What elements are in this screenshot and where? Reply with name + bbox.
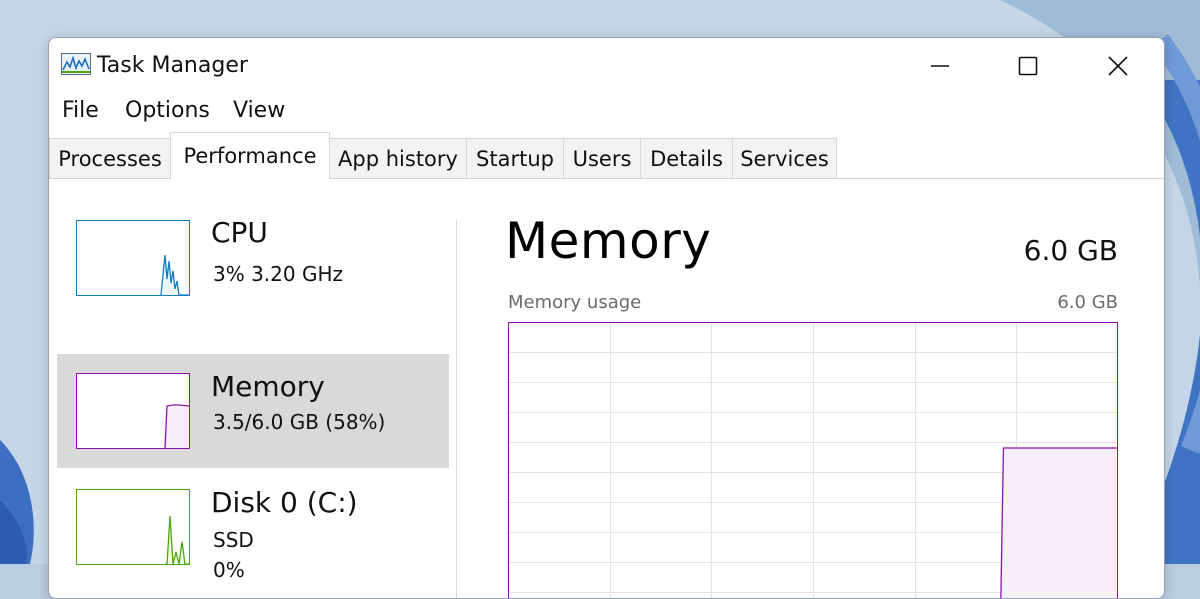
memory-usage-fill <box>1000 448 1117 599</box>
memory-detail-pane: Memory 6.0 GB Memory usage 6.0 GB <box>457 178 1164 599</box>
tab-users[interactable]: Users <box>563 138 641 178</box>
maximize-button[interactable] <box>1005 48 1051 84</box>
cpu-thumbnail-graph <box>76 220 190 296</box>
memory-thumbnail-graph <box>76 373 190 449</box>
sidebar-item-cpu-stats: 3% 3.20 GHz <box>213 262 343 286</box>
sidebar-item-cpu-name: CPU <box>211 216 268 249</box>
title-bar[interactable]: Task Manager <box>49 38 1164 92</box>
page-title: Memory <box>505 212 711 270</box>
maximize-icon <box>1018 56 1038 76</box>
sidebar-item-cpu[interactable]: CPU 3% 3.20 GHz <box>57 216 449 330</box>
task-manager-window: Task Manager File Options View Processes… <box>48 37 1165 599</box>
window-title: Task Manager <box>97 53 248 78</box>
tab-app-history[interactable]: App history <box>329 138 467 178</box>
disk-thumbnail-graph <box>76 489 190 565</box>
close-button[interactable] <box>1095 48 1141 84</box>
tab-strip: Processes Performance App history Startu… <box>49 132 1164 179</box>
close-icon <box>1107 55 1129 77</box>
tab-processes[interactable]: Processes <box>49 138 171 178</box>
sidebar-item-disk[interactable]: Disk 0 (C:) SSD 0% <box>57 470 449 584</box>
sidebar-item-disk-name: Disk 0 (C:) <box>211 486 358 519</box>
menu-file[interactable]: File <box>62 98 99 123</box>
sidebar-item-disk-usage: 0% <box>213 558 245 582</box>
graph-label: Memory usage <box>508 292 641 313</box>
graph-max-label: 6.0 GB <box>1057 292 1118 313</box>
performance-sidebar: CPU 3% 3.20 GHz Memory 3.5/6.0 GB (58%) … <box>49 178 457 599</box>
memory-total: 6.0 GB <box>1024 234 1118 267</box>
minimize-button[interactable] <box>917 48 963 84</box>
menu-options[interactable]: Options <box>125 98 210 123</box>
sidebar-item-memory[interactable]: Memory 3.5/6.0 GB (58%) <box>57 354 449 468</box>
memory-usage-graph <box>508 322 1118 599</box>
sidebar-item-memory-stats: 3.5/6.0 GB (58%) <box>213 410 385 434</box>
sidebar-item-disk-type: SSD <box>213 528 254 552</box>
menu-view[interactable]: View <box>233 98 285 123</box>
sidebar-item-memory-name: Memory <box>211 370 325 403</box>
tab-details[interactable]: Details <box>640 138 733 178</box>
minimize-icon <box>930 56 950 76</box>
tab-services[interactable]: Services <box>732 138 837 178</box>
tab-startup[interactable]: Startup <box>466 138 564 178</box>
task-manager-icon <box>61 53 91 75</box>
tab-performance[interactable]: Performance <box>170 132 330 179</box>
